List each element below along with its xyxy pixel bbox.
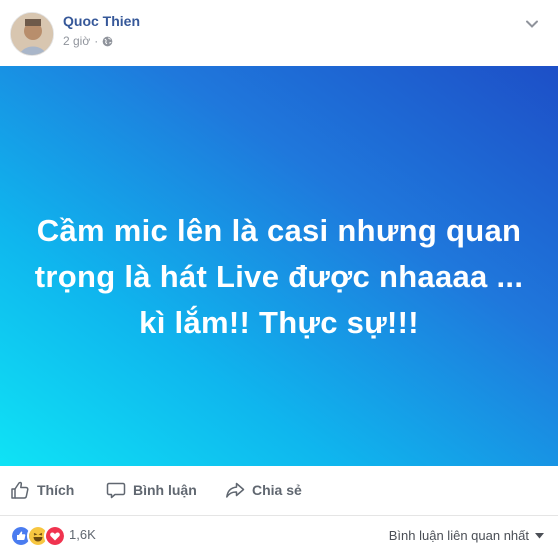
meta-separator: · <box>94 34 99 48</box>
post-meta: 2 giờ · <box>63 34 113 48</box>
caret-down-icon <box>535 532 544 538</box>
post-header: Quoc Thien 2 giờ · <box>0 0 558 66</box>
like-button[interactable]: Thích <box>10 466 74 514</box>
action-bar: Thích Bình luận Chia sẻ <box>0 466 558 516</box>
avatar[interactable] <box>10 12 54 56</box>
banner-text: Cầm mic lên là casi nhưng quan trọng là … <box>34 213 524 340</box>
reactions-bar: 1,6K Bình luận liên quan nhất <box>0 516 558 552</box>
love-icon <box>44 525 66 547</box>
globe-icon <box>102 36 113 46</box>
chevron-down-icon[interactable] <box>522 14 542 34</box>
comment-icon <box>106 482 126 499</box>
comment-button[interactable]: Bình luận <box>106 466 197 514</box>
share-icon <box>226 482 245 498</box>
post-time[interactable]: 2 giờ <box>63 34 90 48</box>
like-label: Thích <box>37 482 75 498</box>
comment-label: Bình luận <box>133 482 197 498</box>
share-button[interactable]: Chia sẻ <box>225 466 302 514</box>
author-name[interactable]: Quoc Thien <box>63 13 140 29</box>
reaction-icons[interactable] <box>10 525 66 547</box>
avatar-image <box>11 13 53 55</box>
post-banner: Cầm mic lên là casi nhưng quan trọng là … <box>0 66 558 466</box>
comment-sort-dropdown[interactable]: Bình luận liên quan nhất <box>389 528 544 543</box>
thumbs-up-icon <box>11 481 29 499</box>
share-label: Chia sẻ <box>252 482 302 498</box>
comment-sort-label: Bình luận liên quan nhất <box>388 528 529 543</box>
reaction-count[interactable]: 1,6K <box>69 527 96 542</box>
